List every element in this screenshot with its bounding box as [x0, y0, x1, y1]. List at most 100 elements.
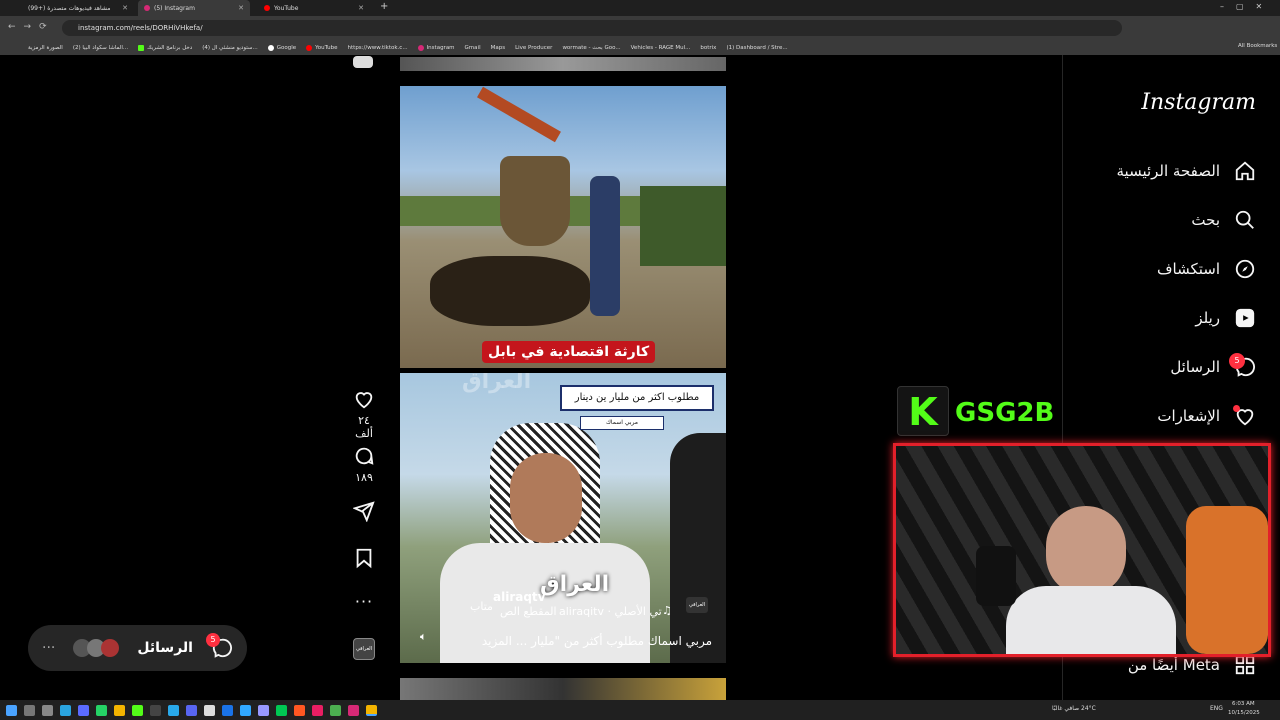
save-button[interactable]	[348, 547, 380, 573]
clock-time[interactable]: 6:03 AM	[1232, 701, 1255, 707]
compass-icon	[1235, 259, 1255, 279]
app-icon[interactable]	[60, 704, 71, 716]
follow-button[interactable]: متاب	[470, 600, 493, 613]
likes-count: ٢٤ ألف	[355, 414, 373, 440]
app-icon[interactable]	[150, 704, 161, 716]
obs-icon[interactable]	[204, 704, 215, 716]
instagram-icon[interactable]	[348, 704, 359, 716]
comments-count: ١٨٩	[355, 471, 373, 484]
microphone	[976, 546, 1016, 606]
telegram-icon[interactable]	[168, 704, 179, 716]
whatsapp-icon[interactable]	[96, 704, 107, 716]
streamer-face	[1046, 506, 1126, 596]
url-field[interactable]: instagram.com/reels/DORHiVHkefa/	[62, 20, 1122, 36]
nav-home[interactable]: الصفحة الرئيسية	[1117, 160, 1257, 182]
window-controls[interactable]: –▢✕	[1220, 2, 1274, 11]
browser-tab[interactable]: (99+) مشاهد فيديوهات متصدرة ✕	[22, 0, 134, 16]
app-icon[interactable]	[276, 704, 287, 716]
bookmark-item[interactable]: (1) Dashboard / Stre...	[726, 45, 787, 51]
bookmark-item[interactable]: wormate - بحث Goo...	[562, 45, 620, 51]
streamer-name: GSG2B	[955, 398, 1055, 428]
weather-widget[interactable]: 24°C صافي غالبًا	[1052, 705, 1096, 712]
nav-reels[interactable]: ريلز	[1195, 307, 1256, 329]
instagram-logo[interactable]: Instagram	[1141, 90, 1256, 115]
next-reel-preview[interactable]	[400, 678, 726, 700]
browser-tab-active[interactable]: (5) Instagram ✕	[138, 0, 250, 16]
grid-icon	[1235, 655, 1255, 675]
avatar	[101, 639, 120, 657]
channel-logo	[353, 56, 373, 68]
like-button[interactable]: ٢٤ ألف	[348, 388, 380, 440]
kick-icon[interactable]	[132, 704, 143, 716]
comment-button[interactable]: ١٨٩	[348, 445, 380, 484]
all-bookmarks[interactable]: All Bookmarks	[1238, 43, 1277, 49]
nav-also-from-meta[interactable]: أيضًا من Meta	[1128, 654, 1256, 676]
discord-icon[interactable]	[78, 704, 89, 716]
bookmark-item[interactable]: Google	[267, 44, 296, 51]
app-icon[interactable]	[312, 704, 323, 716]
bookmark-item[interactable]: Maps	[491, 45, 505, 51]
share-icon	[353, 501, 375, 522]
aliraq-logo: العراق	[540, 572, 610, 597]
nav-buttons[interactable]: ←→⟳	[8, 22, 55, 32]
search-icon	[1235, 210, 1254, 229]
nav-explore[interactable]: استكشاف	[1157, 258, 1256, 280]
new-tab-button[interactable]: +	[380, 1, 388, 12]
bookmark-item[interactable]: (2) الماشا سكواد البيا...	[73, 45, 128, 51]
bookmark-item[interactable]: (4) ستوديو منشئي ال...	[202, 45, 258, 51]
close-icon[interactable]: ✕	[358, 4, 364, 12]
nav-label: الرسائل	[1170, 358, 1220, 376]
close-icon[interactable]: ✕	[238, 4, 244, 12]
app-icon[interactable]	[258, 704, 269, 716]
bookmark-item[interactable]: https://www.tiktok.c...	[348, 45, 408, 51]
chrome-active-icon[interactable]	[366, 704, 377, 716]
app-icon[interactable]	[330, 704, 341, 716]
language-indicator[interactable]: ENG	[1210, 705, 1223, 712]
quote-box: مطلوب اكثر من مليار ين دينار	[560, 385, 714, 411]
reel-video[interactable]	[400, 86, 726, 368]
more-options-button[interactable]: ···	[348, 592, 380, 611]
close-icon[interactable]: ✕	[122, 4, 128, 12]
webcam-overlay	[893, 443, 1271, 657]
bookmark-item[interactable]: Instagram	[417, 44, 455, 51]
mute-icon[interactable]: 🔈︎	[420, 630, 427, 644]
task-view-icon[interactable]	[42, 704, 53, 716]
reel-description[interactable]: مربي اسماك مطلوب أكثر من "مليار ... المز…	[470, 634, 712, 648]
share-button[interactable]	[348, 500, 380, 526]
nav-notifications[interactable]: الإشعارات	[1157, 405, 1256, 427]
nav-label: ريلز	[1195, 309, 1220, 327]
app-icon[interactable]	[294, 704, 305, 716]
tab-title: (99+) مشاهد فيديوهات متصدرة	[28, 4, 111, 12]
bookmark-item[interactable]: دخل برنامج الشريك	[138, 44, 192, 51]
app-icon[interactable]	[240, 704, 251, 716]
audio-info[interactable]: تي الأصلي · aliraqitv	[559, 605, 662, 618]
app-icon[interactable]	[222, 704, 233, 716]
search-icon[interactable]	[24, 704, 35, 716]
reel-video-interview[interactable]: العراق	[400, 373, 726, 663]
user-avatar[interactable]: العراقي	[686, 597, 708, 613]
bookmark-item[interactable]: botrix	[700, 45, 716, 51]
chair	[1186, 506, 1268, 654]
bookmark-item[interactable]: Live Producer	[515, 45, 552, 51]
bookmark-item[interactable]: Gmail	[465, 45, 481, 51]
app-icon[interactable]	[186, 704, 197, 716]
messages-badge: 5	[1229, 353, 1245, 369]
bookmark-item[interactable]: Vehicles - RAGE Mul...	[631, 45, 691, 51]
avatar-stack	[73, 639, 120, 657]
reel-username[interactable]: aliraqtv	[493, 590, 546, 604]
audio-thumbnail[interactable]: العراقي	[353, 638, 375, 660]
chrome-icon[interactable]	[114, 704, 125, 716]
previous-reel-preview[interactable]	[400, 57, 726, 71]
clock-date: 10/15/2025	[1228, 710, 1260, 716]
windows-start-icon[interactable]	[6, 704, 17, 716]
browser-tab[interactable]: YouTube ✕	[258, 0, 370, 16]
audio-short: المقطع الص	[500, 605, 557, 618]
nav-label: بحث	[1191, 211, 1220, 229]
youtube-icon	[264, 5, 270, 11]
comment-icon	[355, 447, 374, 465]
bookmark-item[interactable]: YouTube	[306, 44, 338, 51]
more-icon[interactable]: ···	[42, 640, 55, 656]
bookmark-item[interactable]: الصورة الرمزية	[28, 45, 63, 51]
messages-floating-bar[interactable]: ··· الرسائل	[28, 625, 247, 671]
nav-search[interactable]: بحث	[1191, 209, 1256, 231]
